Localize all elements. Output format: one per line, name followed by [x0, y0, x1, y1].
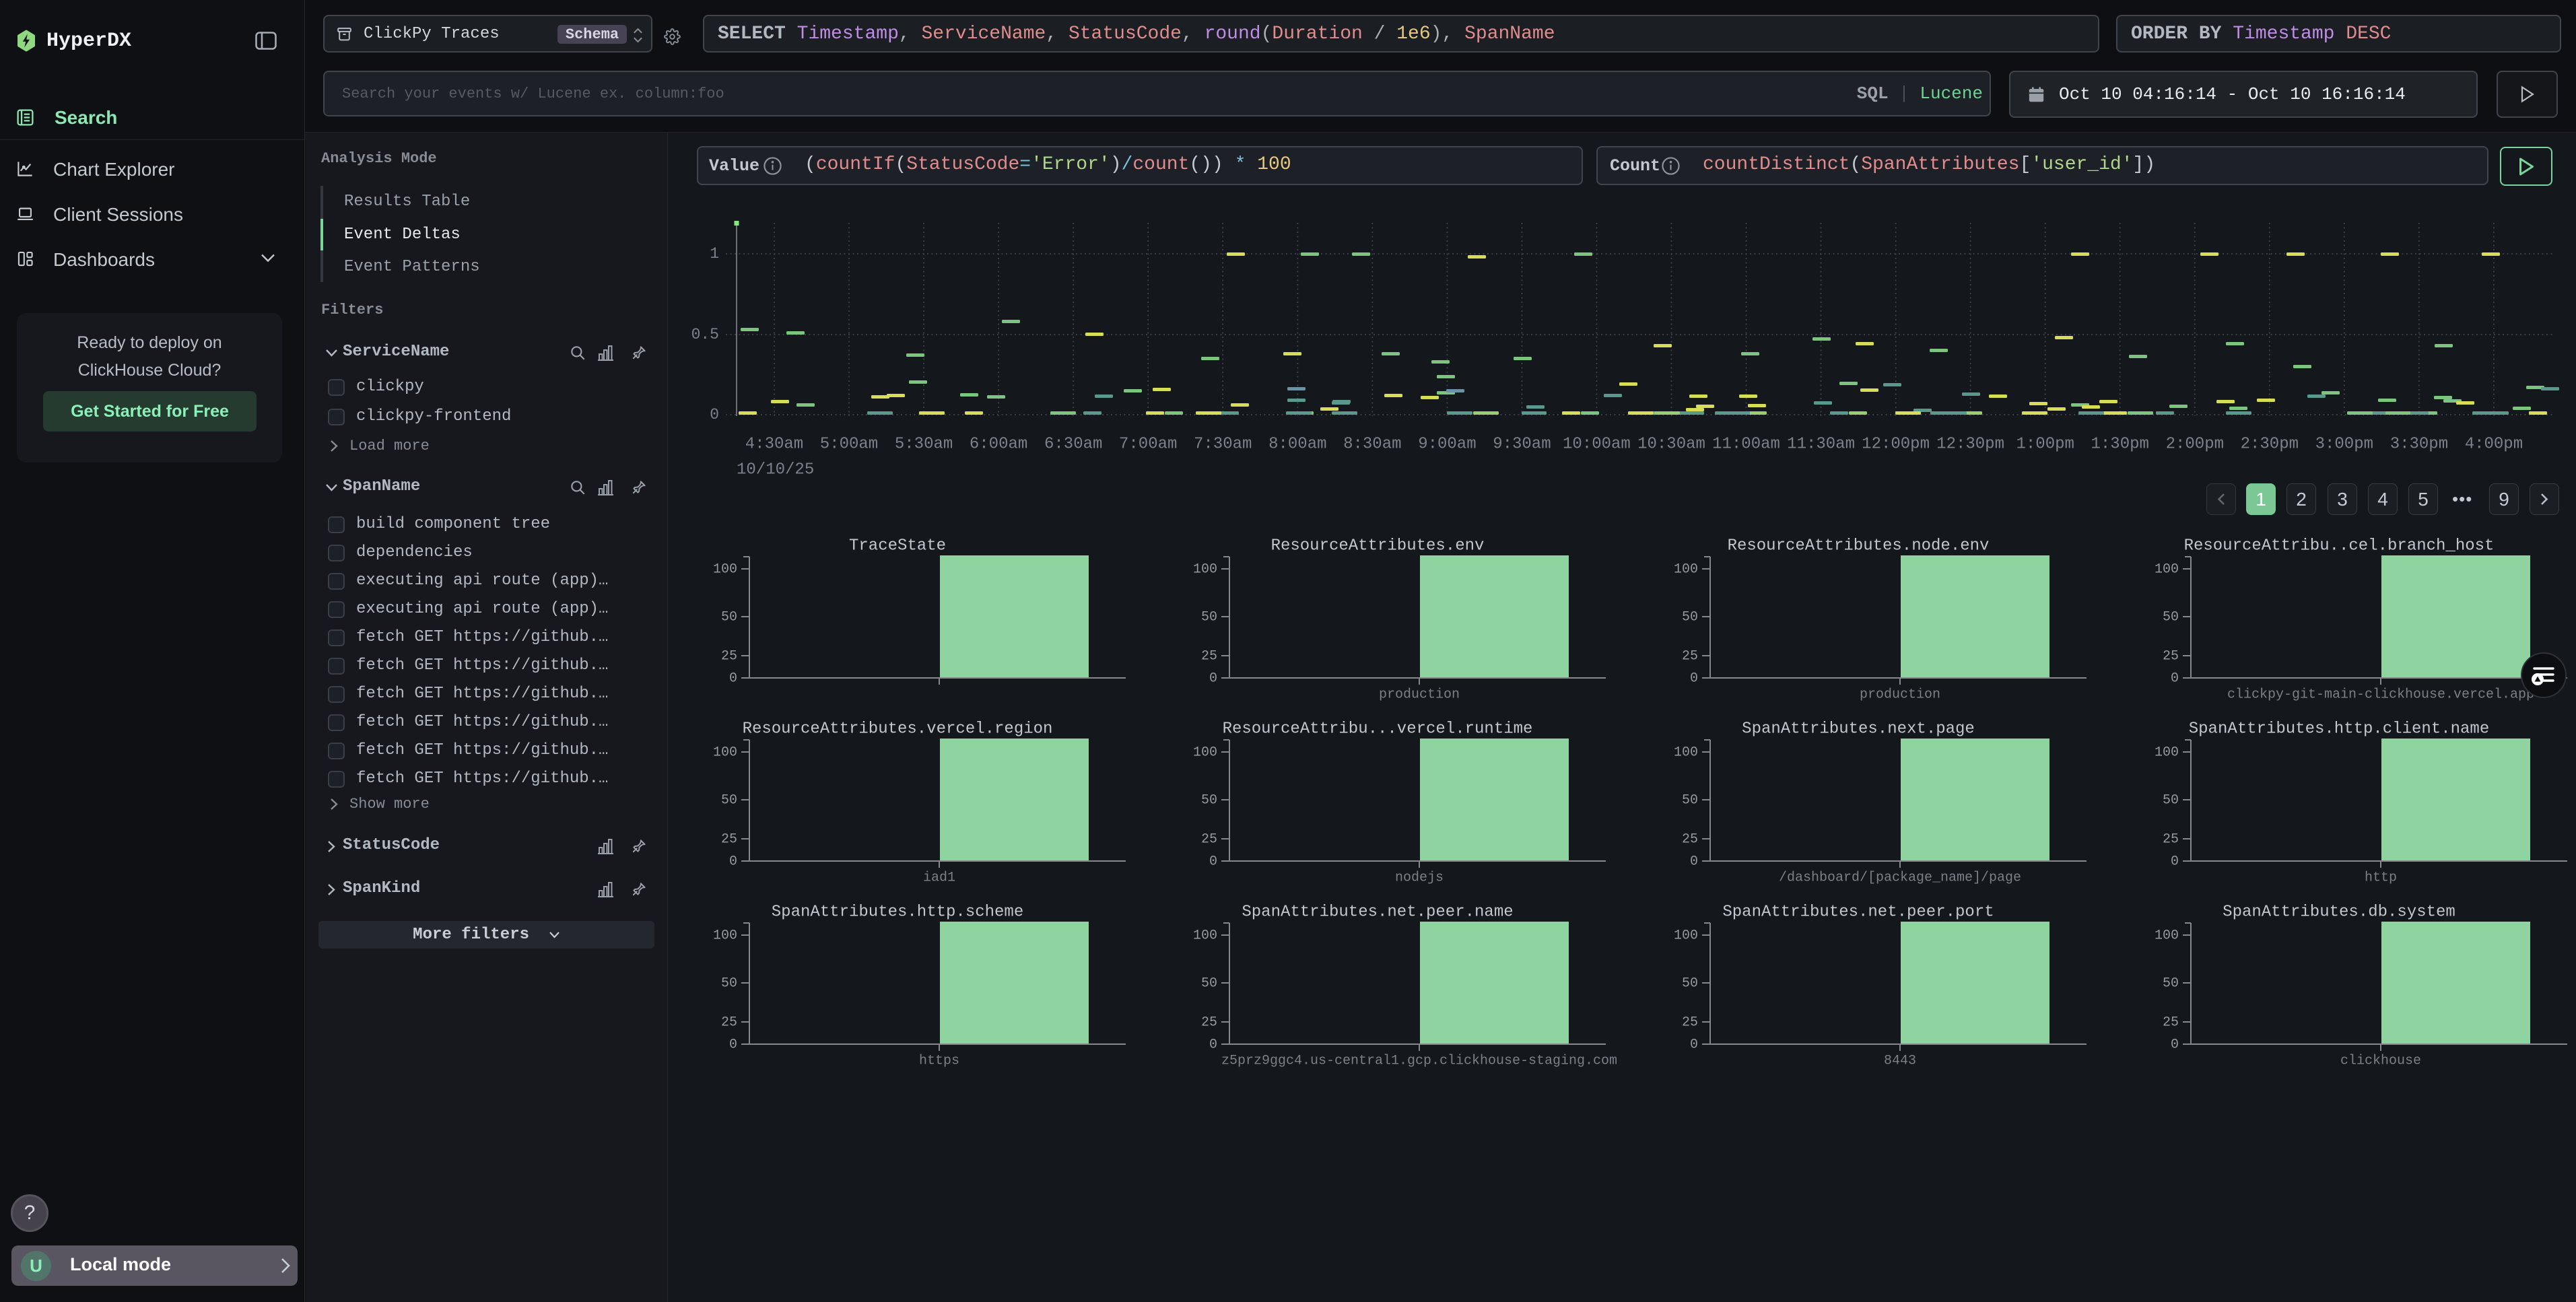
- svg-text:100: 100: [713, 928, 737, 943]
- svg-text:100: 100: [1193, 561, 1217, 577]
- svg-text:/dashboard/[package_name]/page: /dashboard/[package_name]/page: [1779, 870, 2021, 885]
- svg-text:SpanAttributes.http.client.nam: SpanAttributes.http.client.name: [2189, 720, 2489, 738]
- svg-text:clickpy-git-main-clickhouse.ve: clickpy-git-main-clickhouse.vercel.app: [2227, 687, 2534, 702]
- svg-text:9:00am: 9:00am: [1418, 435, 1476, 453]
- svg-text:0: 0: [1209, 671, 1217, 686]
- svg-text:10/10/25: 10/10/25: [737, 460, 814, 479]
- svg-text:50: 50: [1201, 975, 1217, 991]
- svg-text:production: production: [1860, 687, 1940, 702]
- svg-text:iad1: iad1: [923, 870, 955, 885]
- svg-text:SpanAttributes.next.page: SpanAttributes.next.page: [1742, 720, 1975, 738]
- svg-text:ResourceAttributes.node.env: ResourceAttributes.node.env: [1728, 537, 1990, 555]
- svg-text:25: 25: [2163, 648, 2179, 664]
- svg-text:100: 100: [713, 745, 737, 760]
- svg-text:11:30am: 11:30am: [1787, 435, 1855, 453]
- svg-text:nodejs: nodejs: [1395, 870, 1444, 885]
- svg-text:50: 50: [721, 609, 737, 625]
- svg-text:6:00am: 6:00am: [970, 435, 1027, 453]
- svg-text:100: 100: [2155, 745, 2179, 760]
- svg-text:3:00pm: 3:00pm: [2315, 435, 2373, 453]
- svg-text:SpanAttributes.net.peer.name: SpanAttributes.net.peer.name: [1242, 903, 1513, 921]
- svg-text:2:30pm: 2:30pm: [2241, 435, 2299, 453]
- svg-text:50: 50: [1201, 609, 1217, 625]
- svg-text:1:30pm: 1:30pm: [2091, 435, 2148, 453]
- svg-text:25: 25: [721, 1015, 737, 1030]
- svg-text:https: https: [919, 1053, 959, 1068]
- svg-text:5:30am: 5:30am: [895, 435, 953, 453]
- svg-text:2:00pm: 2:00pm: [2166, 435, 2224, 453]
- svg-text:0: 0: [729, 671, 737, 686]
- svg-text:4:00pm: 4:00pm: [2465, 435, 2523, 453]
- svg-text:clickhouse: clickhouse: [2340, 1053, 2421, 1068]
- svg-text:9:30am: 9:30am: [1493, 435, 1551, 453]
- svg-text:8:00am: 8:00am: [1268, 435, 1326, 453]
- svg-text:100: 100: [713, 561, 737, 577]
- svg-text:ResourceAttribu...vercel.runti: ResourceAttribu...vercel.runtime: [1223, 720, 1533, 738]
- svg-text:11:00am: 11:00am: [1712, 435, 1780, 453]
- svg-text:ResourceAttributes.vercel.regi: ResourceAttributes.vercel.region: [743, 720, 1053, 738]
- svg-text:100: 100: [1674, 561, 1698, 577]
- svg-text:100: 100: [2155, 561, 2179, 577]
- svg-text:0: 0: [2171, 854, 2179, 869]
- svg-text:100: 100: [1674, 745, 1698, 760]
- svg-text:8443: 8443: [1884, 1053, 1916, 1068]
- svg-text:12:30pm: 12:30pm: [1936, 435, 2004, 453]
- svg-text:25: 25: [721, 831, 737, 847]
- svg-text:50: 50: [2163, 792, 2179, 808]
- svg-text:SpanAttributes.net.peer.port: SpanAttributes.net.peer.port: [1722, 903, 1994, 921]
- svg-text:ResourceAttributes.env: ResourceAttributes.env: [1271, 537, 1485, 555]
- svg-text:12:00pm: 12:00pm: [1862, 435, 1930, 453]
- svg-text:4:30am: 4:30am: [745, 435, 803, 453]
- svg-text:50: 50: [1682, 975, 1698, 991]
- svg-text:50: 50: [1201, 792, 1217, 808]
- svg-text:50: 50: [1682, 609, 1698, 625]
- svg-text:6:30am: 6:30am: [1044, 435, 1102, 453]
- svg-text:50: 50: [721, 975, 737, 991]
- svg-text:z5prz9ggc4.us-central1.gcp.cli: z5prz9ggc4.us-central1.gcp.clickhouse-st…: [1221, 1053, 1617, 1068]
- svg-text:0: 0: [729, 1037, 737, 1052]
- svg-text:50: 50: [721, 792, 737, 808]
- svg-text:0: 0: [1209, 1037, 1217, 1052]
- svg-text:10:00am: 10:00am: [1563, 435, 1631, 453]
- svg-text:7:30am: 7:30am: [1194, 435, 1252, 453]
- svg-text:0: 0: [1209, 854, 1217, 869]
- svg-text:production: production: [1379, 687, 1460, 702]
- svg-text:ResourceAttribu..cel.branch_ho: ResourceAttribu..cel.branch_host: [2184, 537, 2495, 555]
- svg-text:25: 25: [1201, 648, 1217, 664]
- svg-text:25: 25: [1201, 1015, 1217, 1030]
- svg-text:0: 0: [2171, 1037, 2179, 1052]
- svg-text:0: 0: [1690, 671, 1698, 686]
- svg-text:100: 100: [1193, 745, 1217, 760]
- svg-text:25: 25: [1682, 831, 1698, 847]
- svg-text:10:30am: 10:30am: [1637, 435, 1705, 453]
- svg-text:100: 100: [1674, 928, 1698, 943]
- svg-text:http: http: [2365, 870, 2397, 885]
- svg-text:25: 25: [721, 648, 737, 664]
- svg-text:0: 0: [729, 854, 737, 869]
- svg-text:100: 100: [1193, 928, 1217, 943]
- svg-text:25: 25: [1682, 648, 1698, 664]
- svg-text:0: 0: [2171, 671, 2179, 686]
- svg-text:25: 25: [1201, 831, 1217, 847]
- svg-text:50: 50: [1682, 792, 1698, 808]
- svg-text:50: 50: [2163, 975, 2179, 991]
- svg-text:3:30pm: 3:30pm: [2390, 435, 2448, 453]
- svg-text:0.5: 0.5: [691, 326, 719, 343]
- svg-text:7:00am: 7:00am: [1119, 435, 1177, 453]
- svg-text:50: 50: [2163, 609, 2179, 625]
- svg-text:8:30am: 8:30am: [1343, 435, 1401, 453]
- svg-text:SpanAttributes.http.scheme: SpanAttributes.http.scheme: [772, 903, 1023, 921]
- svg-text:25: 25: [2163, 831, 2179, 847]
- svg-text:1:00pm: 1:00pm: [2016, 435, 2074, 453]
- svg-text:SpanAttributes.db.system: SpanAttributes.db.system: [2223, 903, 2455, 921]
- svg-text:25: 25: [2163, 1015, 2179, 1030]
- svg-text:25: 25: [1682, 1015, 1698, 1030]
- svg-text:TraceState: TraceState: [849, 537, 946, 555]
- svg-text:100: 100: [2155, 928, 2179, 943]
- svg-text:0: 0: [710, 406, 719, 423]
- svg-text:1: 1: [710, 245, 719, 263]
- svg-text:0: 0: [1690, 854, 1698, 869]
- svg-text:5:00am: 5:00am: [820, 435, 878, 453]
- svg-text:0: 0: [1690, 1037, 1698, 1052]
